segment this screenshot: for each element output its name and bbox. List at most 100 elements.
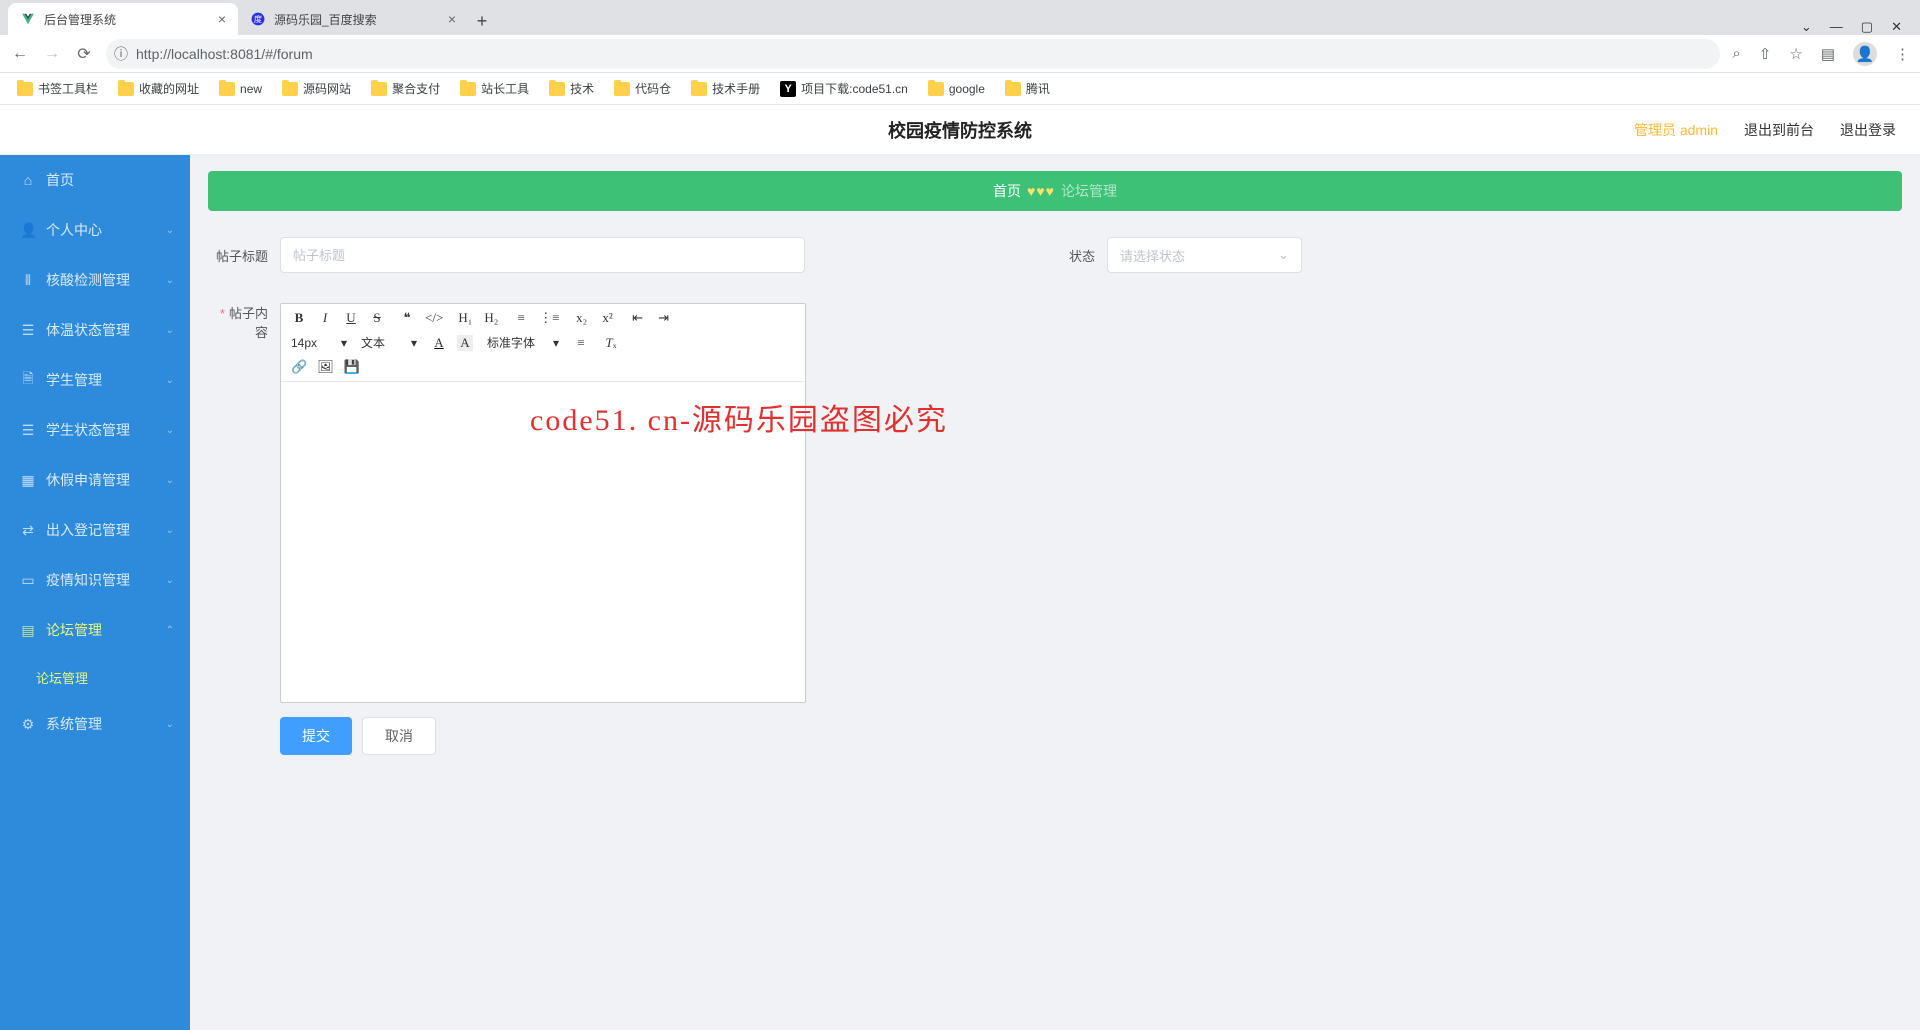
- sidebar-item-students[interactable]: 🗎学生管理⌄: [0, 355, 190, 405]
- document-icon: 🗎: [20, 368, 36, 392]
- close-icon[interactable]: ×: [218, 11, 226, 27]
- status-select[interactable]: 请选择状态 ⌄: [1107, 237, 1302, 273]
- ordered-list-button[interactable]: ≡: [513, 310, 529, 326]
- reload-button[interactable]: ⟳: [74, 44, 94, 64]
- share-icon[interactable]: ⇧: [1759, 45, 1772, 63]
- tab-title: 后台管理系统: [44, 11, 116, 28]
- underline-button[interactable]: U: [343, 310, 359, 326]
- vue-icon: [20, 11, 36, 27]
- back-button[interactable]: ←: [10, 45, 30, 63]
- bookmark-link[interactable]: Y项目下载:code51.cn: [773, 77, 915, 100]
- close-window-icon[interactable]: ✕: [1891, 19, 1902, 35]
- bg-color-button[interactable]: A: [457, 335, 473, 351]
- sidebar-item-temperature[interactable]: ☰体温状态管理⌄: [0, 305, 190, 355]
- chevron-down-icon[interactable]: ⌄: [1801, 19, 1812, 35]
- admin-label[interactable]: 管理员 admin: [1634, 120, 1718, 140]
- site-info-icon[interactable]: ⓘ: [114, 44, 128, 64]
- sidebar-item-home[interactable]: ⌂首页: [0, 155, 190, 205]
- chevron-down-icon: ⌄: [1278, 247, 1289, 263]
- folder-icon: [614, 82, 630, 96]
- app-title: 校园疫情防控系统: [888, 117, 1032, 143]
- code-button[interactable]: </>: [425, 310, 443, 326]
- chevron-down-icon: ⌄: [166, 425, 174, 436]
- sidebar-item-access[interactable]: ⇄出入登记管理⌄: [0, 505, 190, 555]
- chevron-down-icon: ⌄: [166, 225, 174, 236]
- reading-list-icon[interactable]: ▤: [1821, 45, 1835, 63]
- url-text: http://localhost:8081/#/forum: [136, 46, 313, 62]
- sidebar-item-profile[interactable]: 👤个人中心⌄: [0, 205, 190, 255]
- text-type-select[interactable]: 文本▾: [361, 334, 417, 351]
- tab-title: 源码乐园_百度搜索: [274, 11, 377, 28]
- logout-button[interactable]: 退出登录: [1840, 120, 1896, 140]
- browser-tab[interactable]: 度 源码乐园_百度搜索 ×: [238, 3, 468, 35]
- font-size-select[interactable]: 14px▾: [291, 336, 347, 350]
- bookmark-folder[interactable]: 技术手册: [684, 77, 767, 100]
- inout-icon: ⇄: [20, 522, 36, 539]
- minimize-icon[interactable]: —: [1830, 19, 1843, 35]
- strike-button[interactable]: S: [369, 310, 385, 326]
- editor-toolbar: B I U S ❝ </> H₁ H₂: [281, 304, 805, 382]
- sidebar-item-knowledge[interactable]: ▭疫情知识管理⌄: [0, 555, 190, 605]
- link-button[interactable]: 🔗: [291, 359, 307, 375]
- h2-button[interactable]: H₂: [483, 310, 499, 326]
- calendar-icon: ▦: [20, 472, 36, 489]
- sidebar-subitem-forum[interactable]: 论坛管理: [0, 655, 190, 699]
- folder-icon: [219, 82, 235, 96]
- breadcrumb-home[interactable]: 首页: [993, 181, 1021, 201]
- sidebar-item-forum[interactable]: ▤论坛管理⌃: [0, 605, 190, 655]
- text-color-button[interactable]: A: [431, 335, 447, 351]
- bookmark-folder[interactable]: 书签工具栏: [10, 77, 105, 100]
- font-family-select[interactable]: 标准字体▾: [487, 334, 559, 351]
- menu-icon[interactable]: ⋮: [1895, 45, 1910, 63]
- quote-button[interactable]: ❝: [399, 310, 415, 326]
- clear-format-button[interactable]: Tₓ: [603, 335, 619, 351]
- italic-button[interactable]: I: [317, 310, 333, 326]
- outdent-button[interactable]: ⇤: [630, 310, 646, 326]
- bold-button[interactable]: B: [291, 310, 307, 326]
- editor-content[interactable]: [281, 382, 805, 702]
- window-controls: ⌄ — ▢ ✕: [1783, 19, 1920, 35]
- sidebar-item-system[interactable]: ⚙系统管理⌄: [0, 699, 190, 749]
- post-title-input[interactable]: [280, 237, 805, 273]
- logout-front-button[interactable]: 退出到前台: [1744, 120, 1814, 140]
- bookmark-star-icon[interactable]: ☆: [1789, 45, 1802, 63]
- folder-icon: [549, 82, 565, 96]
- address-bar: ← → ⟳ ⓘ http://localhost:8081/#/forum ⌕ …: [0, 35, 1920, 73]
- indent-button[interactable]: ⇥: [656, 310, 672, 326]
- folder-icon: [17, 82, 33, 96]
- chevron-icon: ▾: [341, 336, 347, 350]
- maximize-icon[interactable]: ▢: [1861, 19, 1873, 35]
- sidebar-item-student-status[interactable]: ☰学生状态管理⌄: [0, 405, 190, 455]
- save-button[interactable]: 💾: [344, 359, 360, 375]
- sidebar-item-nucleic[interactable]: ⫴核酸检测管理⌄: [0, 255, 190, 305]
- close-icon[interactable]: ×: [448, 11, 456, 27]
- bookmark-folder[interactable]: 源码网站: [275, 77, 358, 100]
- bookmark-folder[interactable]: 聚合支付: [364, 77, 447, 100]
- h1-button[interactable]: H₁: [457, 310, 473, 326]
- gear-icon: ⚙: [20, 716, 36, 733]
- forward-button[interactable]: →: [42, 45, 62, 63]
- bookmark-folder[interactable]: 代码仓: [607, 77, 678, 100]
- bookmark-folder[interactable]: 技术: [542, 77, 601, 100]
- bookmark-folder[interactable]: 腾讯: [998, 77, 1057, 100]
- new-tab-button[interactable]: +: [468, 7, 496, 35]
- bookmark-folder[interactable]: new: [212, 79, 269, 99]
- bookmark-folder[interactable]: 收藏的网址: [111, 77, 206, 100]
- profile-avatar[interactable]: 👤: [1853, 42, 1877, 66]
- bookmark-folder[interactable]: 站长工具: [453, 77, 536, 100]
- chevron-down-icon: ⌄: [166, 275, 174, 286]
- url-input[interactable]: ⓘ http://localhost:8081/#/forum: [106, 39, 1720, 69]
- image-button[interactable]: 🖼: [317, 359, 334, 375]
- sidebar-item-leave[interactable]: ▦休假申请管理⌄: [0, 455, 190, 505]
- submit-button[interactable]: 提交: [280, 717, 352, 755]
- unordered-list-button[interactable]: ⋮≡: [539, 310, 559, 326]
- bookmark-folder[interactable]: google: [921, 79, 992, 99]
- cancel-button[interactable]: 取消: [362, 717, 436, 755]
- align-button[interactable]: ≡: [573, 335, 589, 351]
- subscript-button[interactable]: x₂: [574, 310, 590, 326]
- browser-tab-active[interactable]: 后台管理系统 ×: [8, 3, 238, 35]
- superscript-button[interactable]: x²: [600, 310, 616, 326]
- search-icon[interactable]: ⌕: [1732, 45, 1740, 62]
- chevron-icon: ▾: [411, 336, 417, 350]
- folder-icon: [691, 82, 707, 96]
